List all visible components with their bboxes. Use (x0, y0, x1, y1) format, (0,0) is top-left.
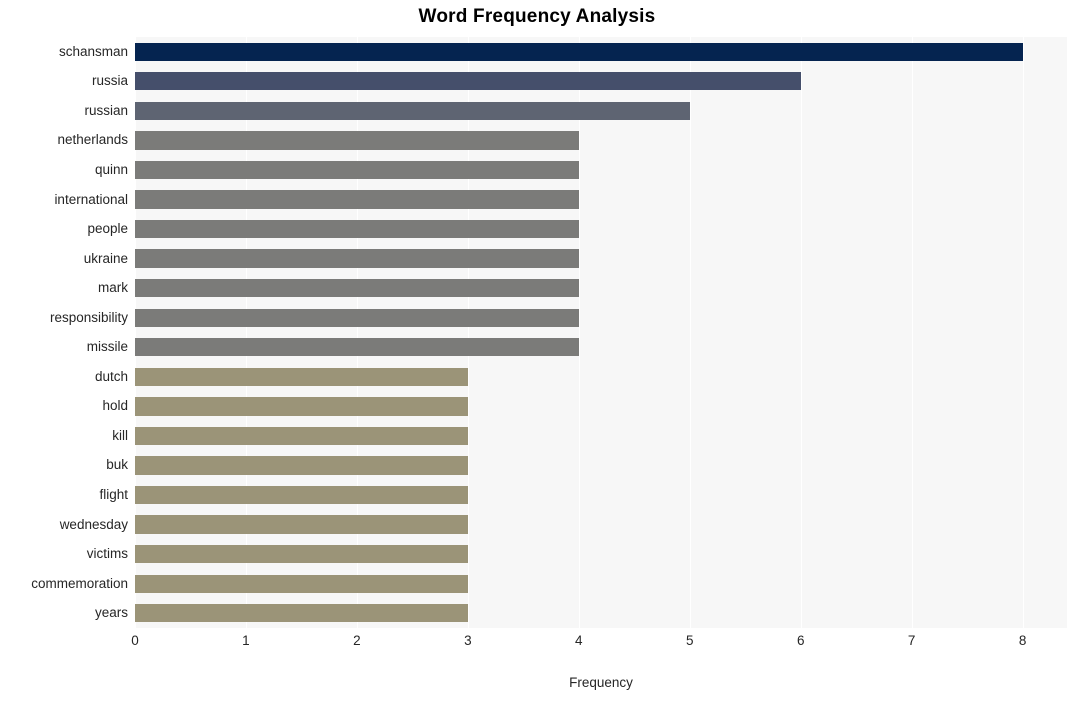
bar-people (135, 219, 579, 239)
bar-dutch (135, 367, 468, 386)
chart-title: Word Frequency Analysis (418, 6, 656, 27)
x-tick-label-4: 4 (575, 633, 583, 648)
y-axis-tick-labels: schansman russia russian netherlands quinn in… (0, 37, 128, 628)
bar-row (135, 485, 1067, 505)
x-axis-title: Frequency (569, 675, 633, 690)
bar-international (135, 190, 579, 209)
y-tick-label-responsibility: responsibility (49, 309, 128, 325)
bar-row (135, 426, 1067, 446)
bar-row (135, 190, 1067, 209)
bar-row (135, 101, 1067, 121)
bar-schansman (135, 42, 1023, 61)
bar-row (135, 308, 1067, 327)
bar-row (135, 42, 1067, 61)
bar-responsibility (135, 308, 579, 327)
bar-ukraine (135, 249, 579, 268)
y-tick-label-dutch: dutch (94, 368, 128, 384)
bar-row (135, 72, 1067, 91)
bar-flight (135, 485, 468, 505)
bar-row (135, 279, 1067, 298)
x-tick-label-6: 6 (796, 633, 805, 648)
bar-mark (135, 279, 579, 298)
bar-row (135, 397, 1067, 416)
x-tick-label-2: 2 (353, 633, 361, 648)
bar-row (135, 604, 1067, 623)
bar-row (135, 249, 1067, 268)
bar-row (135, 160, 1067, 180)
y-tick-label-kill: kill (112, 427, 128, 443)
y-tick-label-buk: buk (106, 457, 128, 473)
y-tick-label-netherlands: netherlands (57, 132, 128, 148)
y-tick-label-russian: russian (84, 102, 128, 118)
bar-row (135, 515, 1067, 534)
y-tick-label-victims: victims (86, 546, 128, 562)
bar-row (135, 219, 1067, 239)
bar-hold (135, 397, 468, 416)
bar-victims (135, 544, 468, 564)
y-tick-label-mark: mark (98, 280, 128, 296)
bar-buk (135, 456, 468, 475)
plot-area (135, 37, 1067, 628)
x-tick-label-3: 3 (464, 633, 472, 648)
y-tick-label-russia: russia (91, 73, 128, 89)
x-tick-label-5: 5 (685, 633, 694, 648)
y-tick-label-ukraine: ukraine (83, 250, 128, 266)
bar-missile (135, 338, 579, 357)
bar-row (135, 544, 1067, 564)
y-tick-label-schansman: schansman (58, 43, 128, 59)
y-tick-label-hold: hold (102, 398, 128, 414)
y-tick-label-flight: flight (99, 487, 128, 503)
bar-russia (135, 72, 801, 91)
bar-netherlands (135, 131, 579, 150)
y-tick-label-missile: missile (86, 339, 128, 355)
y-tick-label-people: people (87, 221, 128, 237)
chart-figure: Word Frequency Analysis schansman russia r… (0, 0, 1074, 701)
y-tick-label-quinn: quinn (94, 161, 128, 177)
y-tick-label-years: years (94, 605, 128, 621)
bar-row (135, 367, 1067, 386)
bar-row (135, 338, 1067, 357)
y-tick-label-commemoration: commemoration (31, 575, 128, 591)
x-tick-label-8: 8 (1018, 633, 1027, 648)
bar-row (135, 574, 1067, 593)
x-tick-label-0: 0 (131, 633, 139, 648)
x-tick-label-7: 7 (907, 633, 916, 648)
bar-russian (135, 101, 690, 121)
bars-container (135, 37, 1067, 628)
bar-row (135, 456, 1067, 475)
bar-wednesday (135, 515, 468, 534)
bar-years (135, 604, 468, 623)
x-axis-tick-labels: 0 1 2 3 4 5 6 7 8 (0, 634, 1074, 658)
bar-commemoration (135, 574, 468, 593)
bar-kill (135, 426, 468, 446)
x-tick-label-1: 1 (242, 633, 250, 648)
y-tick-label-international: international (54, 191, 128, 207)
bar-quinn (135, 160, 579, 180)
bar-row (135, 131, 1067, 150)
y-tick-label-wednesday: wednesday (59, 516, 128, 532)
